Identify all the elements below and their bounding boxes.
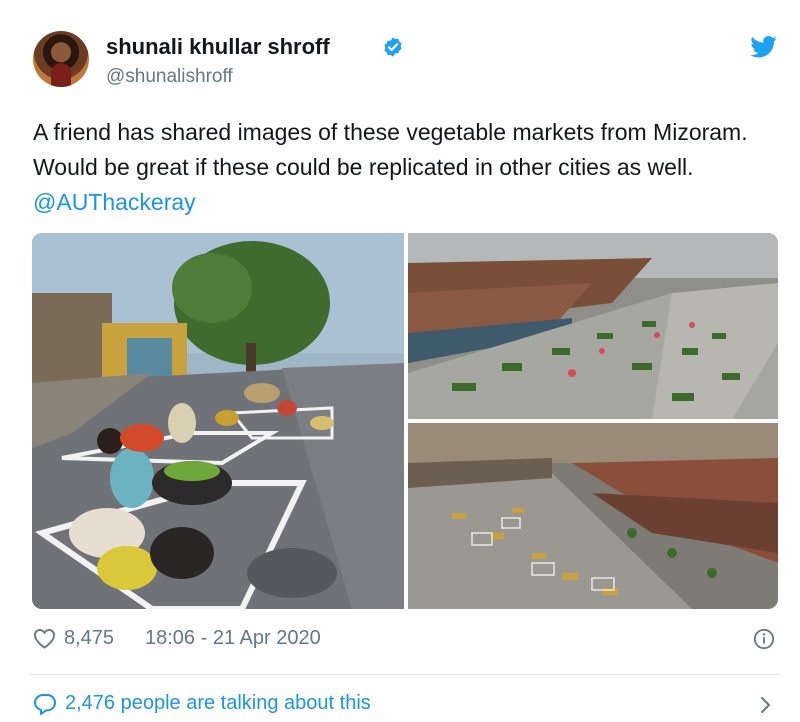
tweet-media[interactable] — [32, 233, 778, 609]
market-photo-aerial-2[interactable] — [408, 423, 778, 609]
divider — [30, 674, 780, 675]
heart-icon[interactable] — [33, 628, 56, 649]
verified-badge-icon — [384, 37, 402, 57]
market-photo-aerial-1[interactable] — [408, 233, 778, 419]
conversation-link[interactable]: 2,476 people are talking about this — [65, 692, 371, 715]
twitter-bird-icon[interactable] — [750, 36, 777, 58]
info-icon[interactable] — [753, 628, 775, 650]
tweet-timestamp[interactable]: 18:06 - 21 Apr 2020 — [145, 627, 321, 650]
author-display-name[interactable]: shunali khullar shroff — [106, 34, 330, 60]
tweet-text: A friend has shared images of these vege… — [33, 115, 773, 220]
author-handle[interactable]: @shunalishroff — [106, 66, 233, 88]
market-photo-street[interactable] — [32, 233, 404, 609]
mention-link[interactable]: @AUThackeray — [33, 189, 196, 215]
tweet-body: A friend has shared images of these vege… — [33, 119, 748, 180]
like-count[interactable]: 8,475 — [64, 627, 114, 650]
speech-bubble-icon — [34, 694, 56, 715]
chevron-right-icon[interactable] — [758, 695, 772, 715]
avatar[interactable] — [33, 31, 89, 87]
